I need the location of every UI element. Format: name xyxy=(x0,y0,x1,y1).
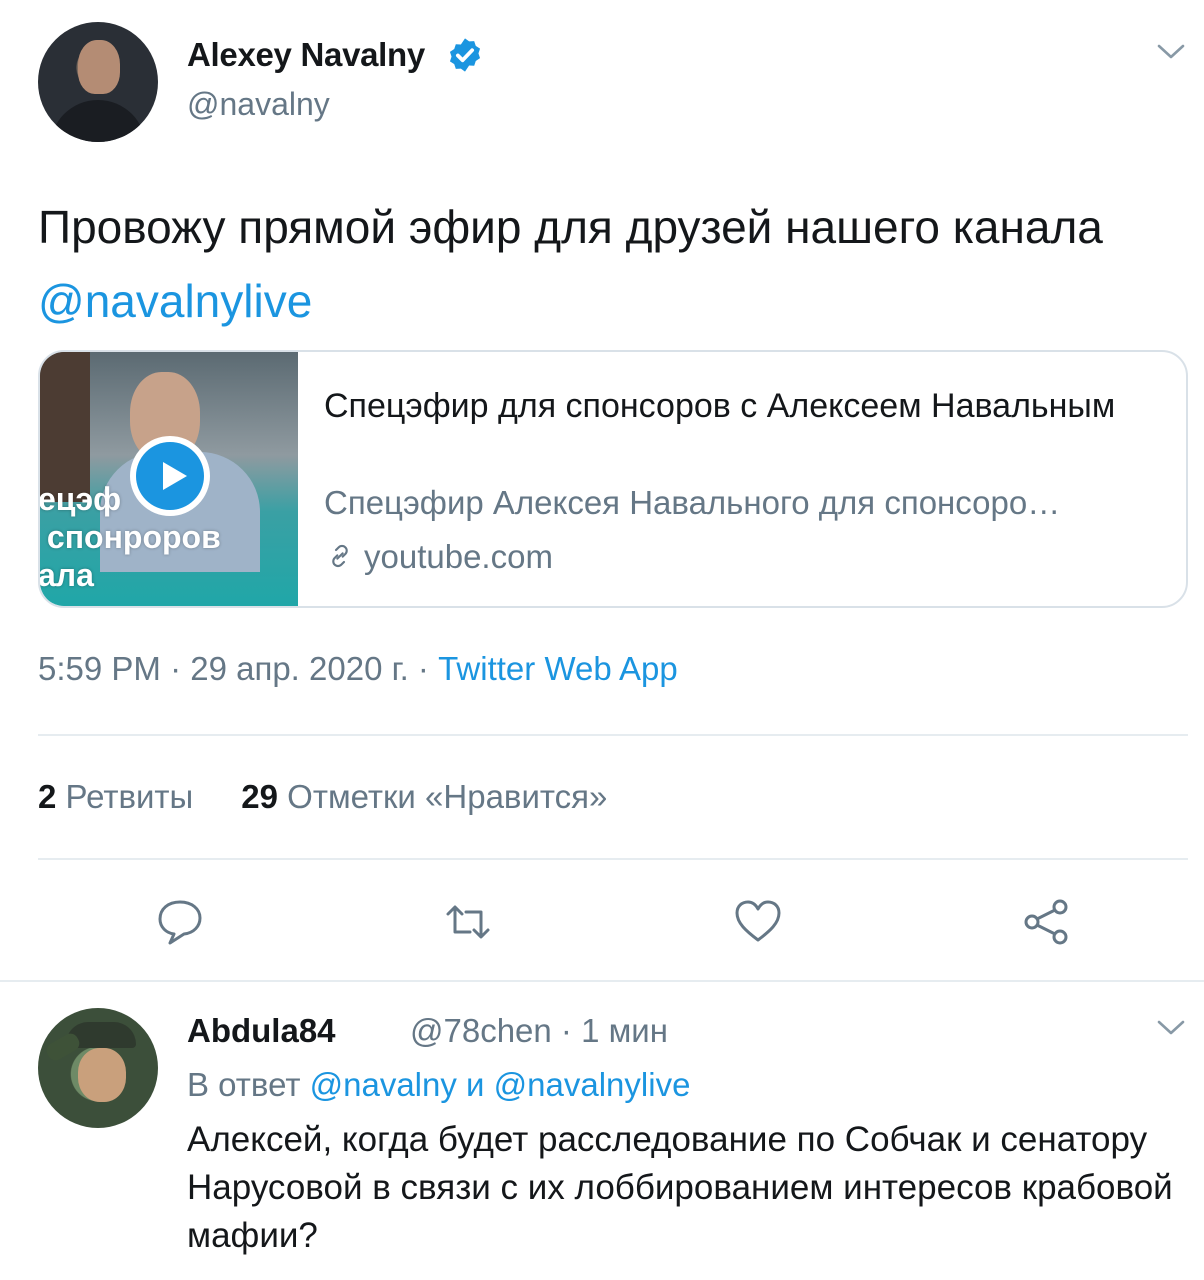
likes-count: 29 xyxy=(241,778,278,815)
avatar-face xyxy=(78,1048,126,1102)
retweets-count: 2 xyxy=(38,778,57,815)
tweet-mention-link[interactable]: @navalnylive xyxy=(38,275,312,327)
reply-to-joiner: и xyxy=(456,1066,494,1103)
like-icon[interactable] xyxy=(732,896,784,948)
reply-to-prefix: В ответ xyxy=(187,1066,310,1103)
card-domain: youtube.com xyxy=(324,538,553,576)
divider xyxy=(38,734,1188,736)
reply-meta[interactable]: @78chen · 1 мин xyxy=(410,1012,668,1050)
tweet-source-link[interactable]: Twitter Web App xyxy=(438,650,678,687)
card-domain-text: youtube.com xyxy=(364,538,553,575)
author-avatar[interactable] xyxy=(38,22,158,142)
retweet-icon[interactable] xyxy=(442,896,494,948)
chevron-down-icon[interactable] xyxy=(1156,42,1186,62)
reply-icon[interactable] xyxy=(154,896,206,948)
verified-badge-icon xyxy=(449,38,481,72)
tweet-text-body: Провожу прямой эфир для друзей нашего ка… xyxy=(38,201,1103,253)
play-icon xyxy=(136,442,204,510)
thread-divider xyxy=(0,980,1204,982)
retweets-stat[interactable]: 2 Ретвиты xyxy=(38,778,193,815)
tweet-stats: 2 Ретвиты 29 Отметки «Нравится» xyxy=(38,778,607,816)
card-title[interactable]: Спецэфир для спонсоров с Алексеем Наваль… xyxy=(324,382,1144,430)
reply-to-line: В ответ @navalny и @navalnylive xyxy=(187,1066,690,1104)
reply-to-mention-link[interactable]: @navalny xyxy=(310,1066,457,1103)
tweet-text: Провожу прямой эфир для друзей нашего ка… xyxy=(38,190,1188,338)
avatar-face xyxy=(78,40,120,94)
likes-label: Отметки «Нравится» xyxy=(287,778,608,815)
share-icon[interactable] xyxy=(1020,896,1072,948)
reply-author-avatar[interactable] xyxy=(38,1008,158,1128)
link-preview-card[interactable]: ецэф спонроров ала Спецэфир для спонсоро… xyxy=(38,350,1188,608)
link-icon xyxy=(332,544,348,568)
play-button[interactable] xyxy=(130,436,210,516)
likes-stat[interactable]: 29 Отметки «Нравится» xyxy=(241,778,607,815)
author-name[interactable]: Alexey Navalny xyxy=(187,36,425,74)
chevron-down-icon[interactable] xyxy=(1156,1018,1186,1038)
divider xyxy=(38,858,1188,860)
avatar-arm xyxy=(43,1030,83,1064)
reply-author-name[interactable]: Abdula84 xyxy=(187,1012,336,1050)
avatar-body xyxy=(50,100,146,142)
card-description: Спецэфир Алексея Навального для спонсоро… xyxy=(324,484,1061,521)
reply-to-mention-link[interactable]: @navalnylive xyxy=(494,1066,691,1103)
card-thumbnail[interactable]: ецэф спонроров ала xyxy=(40,352,298,606)
retweets-label: Ретвиты xyxy=(65,778,194,815)
tweet-meta: 5:59 PM · 29 апр. 2020 г. · Twitter Web … xyxy=(38,650,678,688)
author-handle[interactable]: @navalny xyxy=(187,86,330,123)
reply-text: Алексей, когда будет расследование по Со… xyxy=(187,1120,1173,1255)
tweet-timestamp[interactable]: 5:59 PM · 29 апр. 2020 г. · xyxy=(38,650,438,687)
